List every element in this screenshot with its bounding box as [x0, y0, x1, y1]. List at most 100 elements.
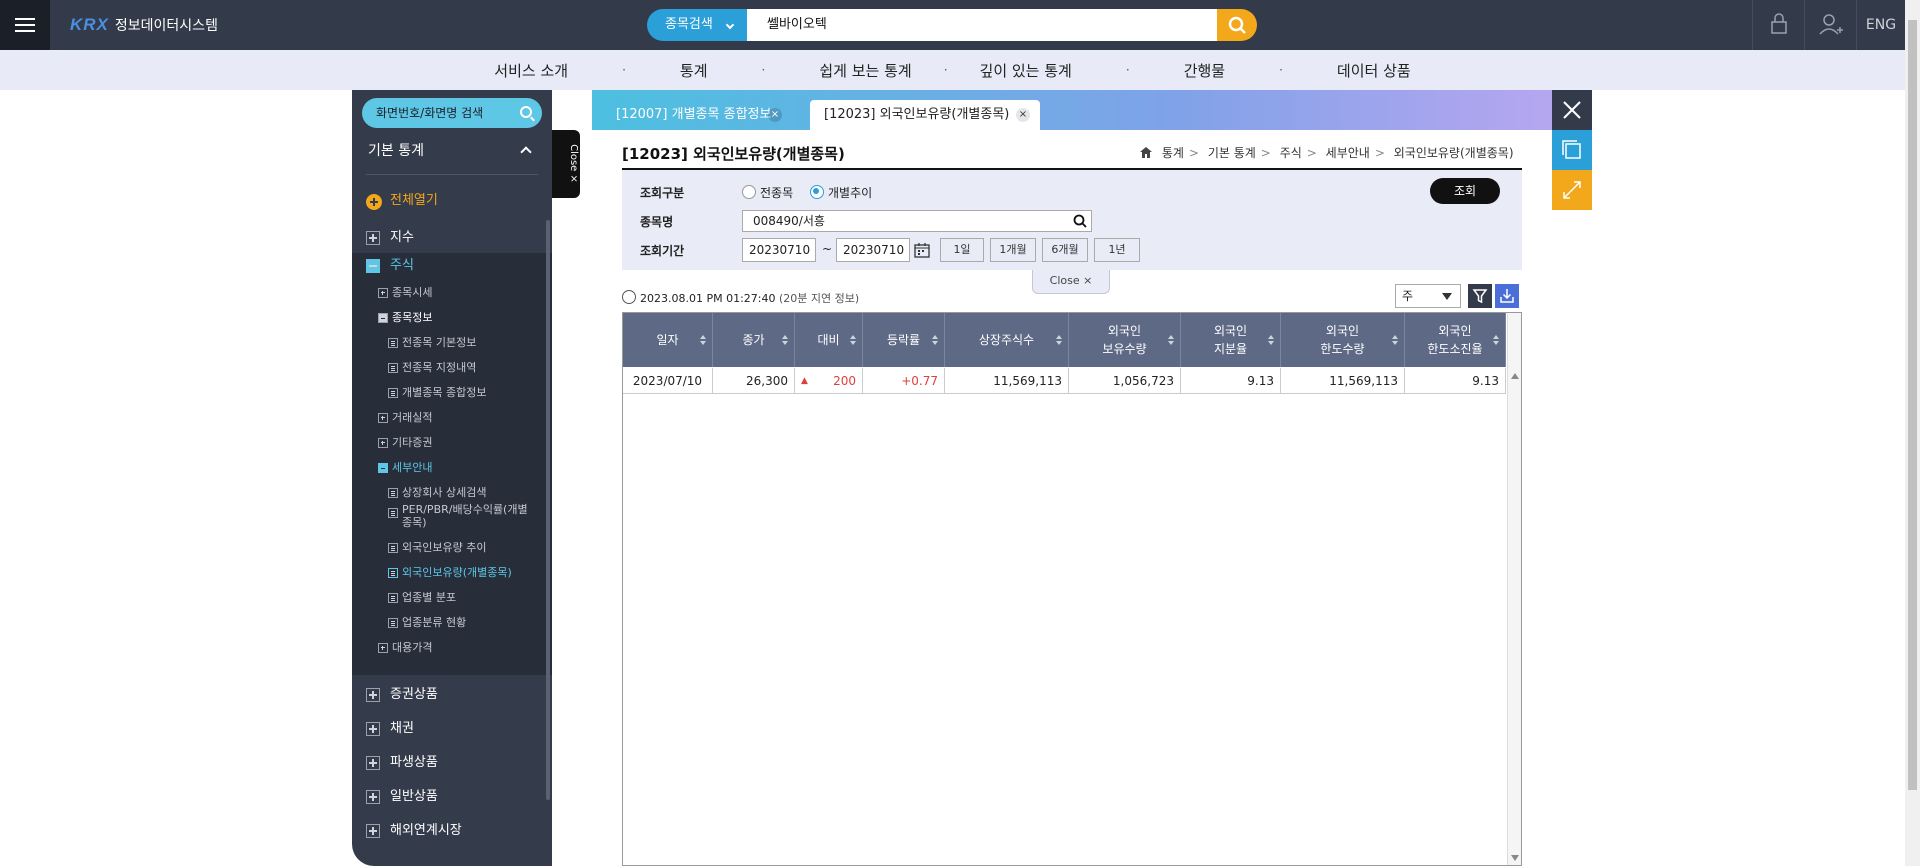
nav-easy-statistics[interactable]: 쉽게 보는 통계: [809, 60, 921, 81]
column-header[interactable]: 대비: [795, 313, 863, 367]
tab-12007[interactable]: [12007] 개별종목 종합정보 ×: [602, 100, 792, 130]
sidebar-title[interactable]: 기본 통계: [368, 140, 424, 160]
filter-close-button[interactable]: Close ×: [1032, 270, 1110, 294]
expand-all-button[interactable]: 전체열기: [352, 188, 552, 214]
sort-icon[interactable]: [782, 335, 788, 345]
period-1m-button[interactable]: 1개월: [990, 238, 1036, 262]
column-header-line1: 일자: [656, 333, 679, 347]
column-header[interactable]: 외국인 한도수량: [1281, 313, 1405, 367]
timestamp: 2023.08.01 PM 01:27:40 (20분 지연 정보): [622, 290, 859, 306]
query-button[interactable]: 조회: [1430, 178, 1500, 204]
sort-icon[interactable]: [1268, 335, 1274, 345]
search-type-dropdown[interactable]: 종목검색: [647, 9, 747, 41]
add-user-icon[interactable]: [1804, 0, 1856, 50]
column-header-line2: 보유수량: [1102, 342, 1147, 356]
nav-statistics[interactable]: 통계: [670, 60, 718, 81]
new-window-icon[interactable]: [1552, 130, 1592, 170]
search-icon[interactable]: [520, 106, 532, 118]
sidebar-scrollbar[interactable]: [546, 220, 550, 800]
column-header[interactable]: 외국인 한도소진율: [1405, 313, 1506, 367]
radio-all-stocks[interactable]: 전종목: [742, 184, 793, 201]
sidebar-item-label: 대용가격: [392, 641, 433, 654]
column-header[interactable]: 외국인 보유수량: [1069, 313, 1181, 367]
breadcrumb-item[interactable]: 기본 통계: [1208, 146, 1256, 160]
column-header[interactable]: 외국인 지분율: [1181, 313, 1281, 367]
sort-icon[interactable]: [1056, 335, 1062, 345]
table-scrollbar[interactable]: [1507, 313, 1521, 865]
close-icon[interactable]: ×: [1016, 108, 1030, 122]
sidebar-item-stock[interactable]: 주식: [352, 253, 552, 279]
sidebar-close-button[interactable]: Close ×: [552, 130, 580, 198]
sidebar-item-commodities[interactable]: 일반상품: [352, 784, 552, 810]
hamburger-menu-icon[interactable]: [0, 0, 50, 50]
date-to-input[interactable]: 20230710: [836, 238, 910, 262]
chevron-down-icon: [725, 20, 735, 30]
sidebar-item-bonds[interactable]: 채권: [352, 716, 552, 742]
sidebar-item-label: 기타증권: [392, 436, 433, 449]
period-1d-button[interactable]: 1일: [940, 238, 984, 262]
page-scrollbar[interactable]: [1905, 0, 1920, 866]
search-button[interactable]: [1217, 9, 1257, 41]
sidebar-item-overseas-markets[interactable]: 해외연계시장: [352, 818, 552, 844]
table-row[interactable]: 2023/07/10 26,300 ▲ 200 +0.77 11,569,113 1,056…: [623, 368, 1506, 394]
scroll-down-icon[interactable]: [1511, 855, 1519, 861]
document-icon: [388, 568, 398, 578]
calendar-icon[interactable]: [914, 242, 930, 258]
search-icon[interactable]: [1073, 214, 1087, 228]
column-header[interactable]: 등락률: [863, 313, 945, 367]
download-button[interactable]: [1495, 284, 1519, 308]
scrollbar-thumb[interactable]: [1908, 20, 1917, 790]
sort-icon[interactable]: [850, 335, 856, 345]
breadcrumb-item[interactable]: 세부안내: [1326, 146, 1370, 160]
sort-icon[interactable]: [1493, 335, 1499, 345]
tab-12023[interactable]: [12023] 외국인보유량(개별종목) ×: [810, 100, 1040, 130]
filter-button[interactable]: [1468, 284, 1492, 308]
column-header[interactable]: 일자: [623, 313, 713, 367]
chevron-up-icon[interactable]: [520, 146, 532, 158]
sort-icon[interactable]: [1392, 335, 1398, 345]
period-6m-button[interactable]: 6개월: [1042, 238, 1088, 262]
period-1y-button[interactable]: 1년: [1094, 238, 1140, 262]
home-icon[interactable]: [1140, 147, 1152, 158]
column-header-label: 외국인 보유수량: [1102, 322, 1146, 358]
sidebar-item-securities-products[interactable]: 증권상품: [352, 682, 552, 708]
close-icon[interactable]: ×: [768, 108, 782, 122]
column-header-line1: 외국인: [1438, 324, 1472, 338]
sidebar-search-input[interactable]: 화면번호/화면명 검색: [362, 98, 542, 128]
period-label: 조회기간: [640, 244, 685, 258]
breadcrumb-separator: >: [1306, 146, 1317, 160]
stock-name-input[interactable]: 008490/서흥: [742, 210, 1092, 232]
radio-individual-trend[interactable]: 개별추이: [810, 184, 872, 201]
plus-box-icon: [378, 413, 388, 423]
nav-publications[interactable]: 간행물: [1174, 60, 1235, 81]
breadcrumb-item[interactable]: 통계: [1162, 146, 1184, 160]
sidebar-item-derivatives[interactable]: 파생상품: [352, 750, 552, 776]
nav-data-products[interactable]: 데이터 상품: [1327, 60, 1421, 81]
close-label: Close ×: [567, 144, 579, 183]
column-header[interactable]: 종가: [713, 313, 795, 367]
unit-select[interactable]: 주: [1395, 284, 1461, 308]
table-cell: 11,569,113: [945, 368, 1069, 394]
logo[interactable]: KRX 정보데이터시스템: [70, 13, 218, 37]
column-header-label: 일자: [656, 331, 678, 349]
scroll-up-icon[interactable]: [1511, 373, 1519, 379]
column-header[interactable]: 상장주식수: [945, 313, 1069, 367]
nav-deep-statistics[interactable]: 깊이 있는 통계: [970, 60, 1082, 81]
table-header: 일자 종가 대비 등락률 상장주식수 외국인 보유수량 외국인 지분율 외국인 한도수량 외국인 한도소…: [623, 313, 1506, 367]
sort-icon[interactable]: [1168, 335, 1174, 345]
close-window-icon[interactable]: [1552, 90, 1592, 130]
date-from-input[interactable]: 20230710: [742, 238, 816, 262]
sidebar-item-label: 지수: [390, 230, 414, 245]
language-toggle[interactable]: ENG: [1856, 0, 1905, 50]
breadcrumb-item[interactable]: 주식: [1280, 146, 1302, 160]
search-input[interactable]: [747, 9, 1217, 41]
nav-service-intro[interactable]: 서비스 소개: [484, 60, 578, 81]
sidebar-item-index[interactable]: 지수: [352, 225, 552, 251]
sort-icon[interactable]: [700, 335, 706, 345]
table-cell: 26,300: [713, 368, 795, 394]
expand-icon[interactable]: [1552, 170, 1592, 210]
nav-separator: ·: [1125, 63, 1130, 77]
lock-icon[interactable]: [1752, 0, 1804, 50]
sidebar-item-label: 종목시세: [392, 286, 433, 299]
sort-icon[interactable]: [932, 335, 938, 345]
